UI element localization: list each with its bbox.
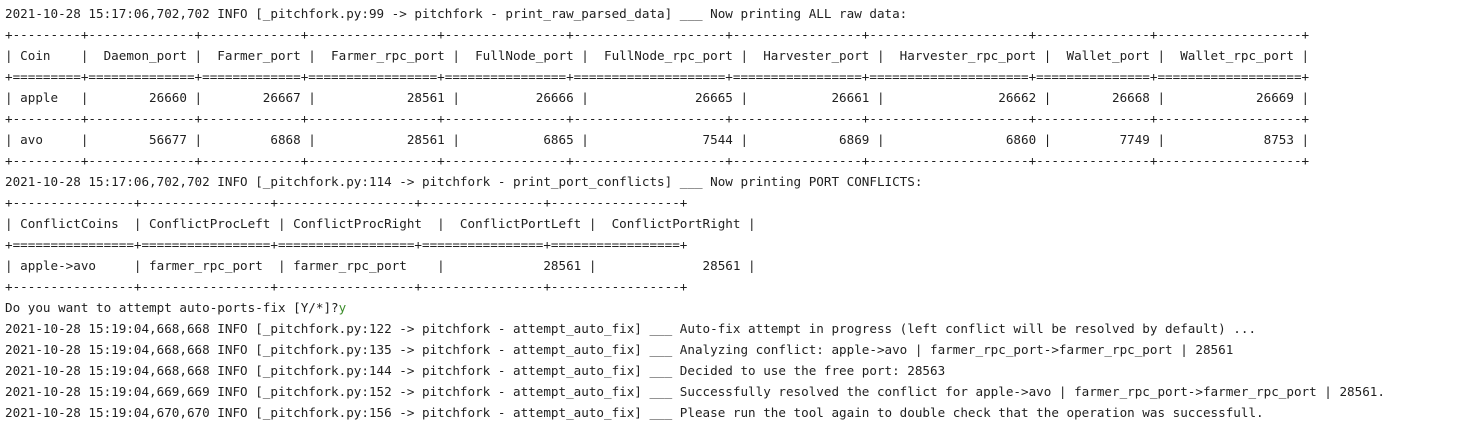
log-line: 2021-10-28 15:19:04,668,668 INFO [_pitch… <box>5 321 1257 336</box>
table-header-row: | ConflictCoins | ConflictProcLeft | Con… <box>5 216 756 231</box>
table-border: +---------+--------------+-------------+… <box>5 27 1310 42</box>
prompt-answer[interactable]: y <box>339 300 347 315</box>
table-border: +----------------+-----------------+----… <box>5 279 688 294</box>
raw-data-table: +---------+--------------+-------------+… <box>5 24 1465 171</box>
terminal-output[interactable]: 2021-10-28 15:17:06,702,702 INFO [_pitch… <box>0 0 1465 424</box>
table-row: | apple | 26660 | 26667 | 28561 | 26666 … <box>5 90 1310 105</box>
log-line: 2021-10-28 15:19:04,669,669 INFO [_pitch… <box>5 384 1385 399</box>
table-border: +----------------+-----------------+----… <box>5 195 688 210</box>
table-header-separator: +=========+==============+=============+… <box>5 69 1310 84</box>
log-line: 2021-10-28 15:17:06,702,702 INFO [_pitch… <box>5 6 908 21</box>
log-line: 2021-10-28 15:19:04,668,668 INFO [_pitch… <box>5 363 946 378</box>
log-line: 2021-10-28 15:19:04,670,670 INFO [_pitch… <box>5 405 1264 420</box>
log-line: 2021-10-28 15:19:04,668,668 INFO [_pitch… <box>5 342 1234 357</box>
table-header-row: | Coin | Daemon_port | Farmer_port | Far… <box>5 48 1310 63</box>
table-row: | apple->avo | farmer_rpc_port | farmer_… <box>5 258 756 273</box>
port-conflicts-table: +----------------+-----------------+----… <box>5 192 1465 297</box>
table-row: | avo | 56677 | 6868 | 28561 | 6865 | 75… <box>5 132 1310 147</box>
table-border: +---------+--------------+-------------+… <box>5 153 1310 168</box>
prompt-question: Do you want to attempt auto-ports-fix [Y… <box>5 300 339 315</box>
table-header-separator: +================+=================+====… <box>5 237 688 252</box>
log-line: 2021-10-28 15:17:06,702,702 INFO [_pitch… <box>5 174 923 189</box>
table-border: +---------+--------------+-------------+… <box>5 111 1310 126</box>
auto-fix-prompt[interactable]: Do you want to attempt auto-ports-fix [Y… <box>5 297 1465 318</box>
